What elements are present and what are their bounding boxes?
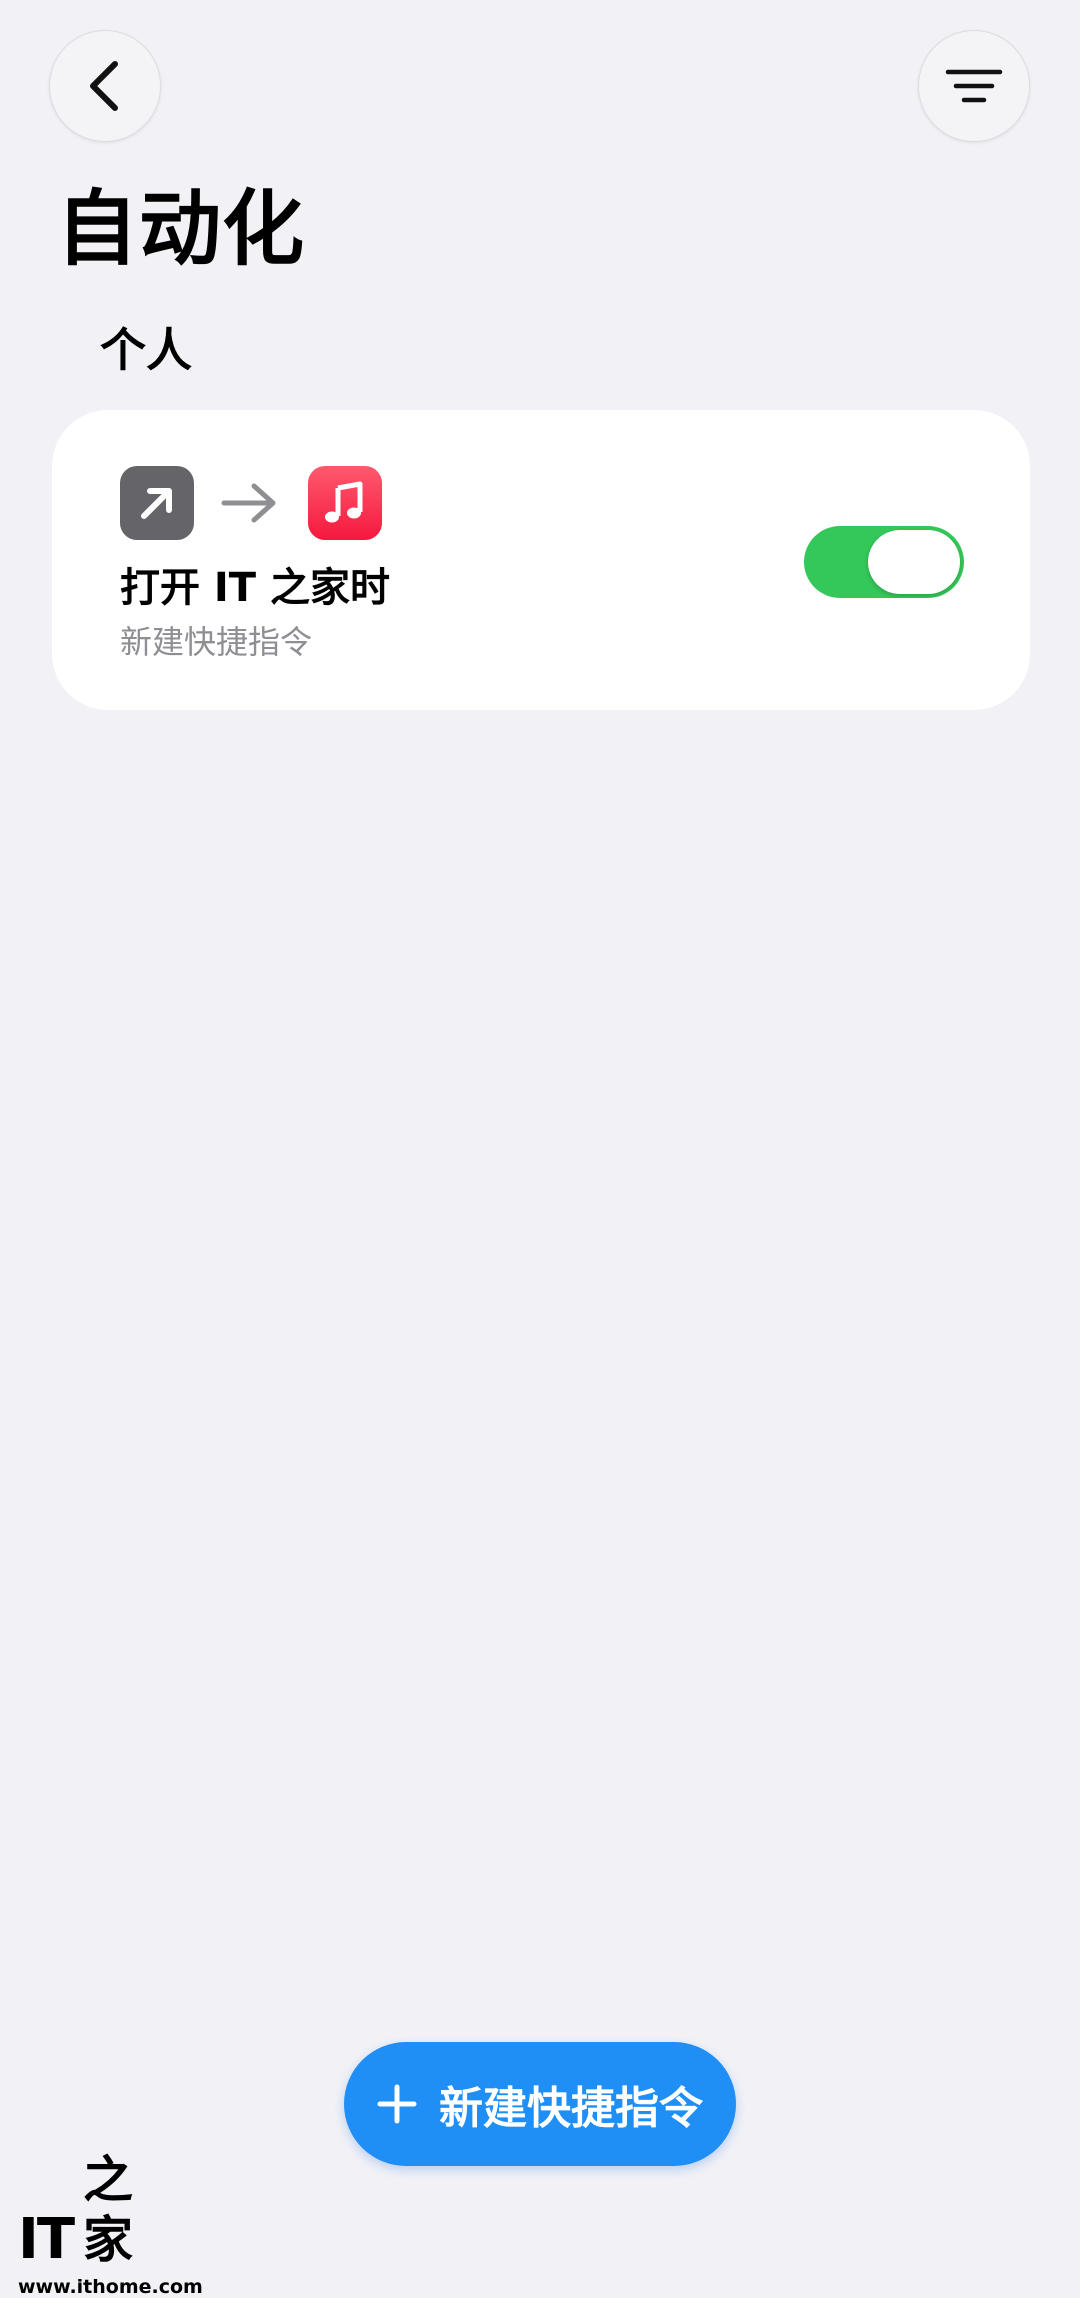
watermark-logo-text: IT	[18, 2207, 75, 2272]
chevron-left-icon	[90, 61, 118, 111]
new-shortcut-label: 新建快捷指令	[439, 2083, 703, 2134]
watermark: IT 之家 www.ithome.com	[18, 2150, 203, 2298]
plus-icon	[377, 2084, 417, 2124]
automation-title: 打开 IT 之家时	[120, 565, 391, 611]
open-app-arrow-icon	[120, 466, 194, 540]
toggle-knob	[868, 530, 960, 594]
automation-card[interactable]: 打开 IT 之家时 新建快捷指令	[52, 410, 1030, 710]
new-shortcut-button[interactable]: 新建快捷指令	[344, 2042, 736, 2166]
filter-button[interactable]	[918, 30, 1030, 142]
page-title: 自动化	[56, 182, 306, 277]
watermark-logo-char: 之家	[83, 2150, 134, 2269]
music-note-icon	[308, 466, 382, 540]
automation-subtitle: 新建快捷指令	[120, 623, 313, 661]
watermark-url: www.ithome.com	[18, 2276, 203, 2298]
automation-toggle[interactable]	[804, 526, 964, 598]
watermark-logo: IT 之家	[18, 2150, 178, 2270]
back-button[interactable]	[49, 30, 161, 142]
arrow-right-icon	[221, 483, 276, 523]
section-title: 个人	[100, 323, 192, 377]
filter-lines-icon	[945, 69, 1003, 103]
